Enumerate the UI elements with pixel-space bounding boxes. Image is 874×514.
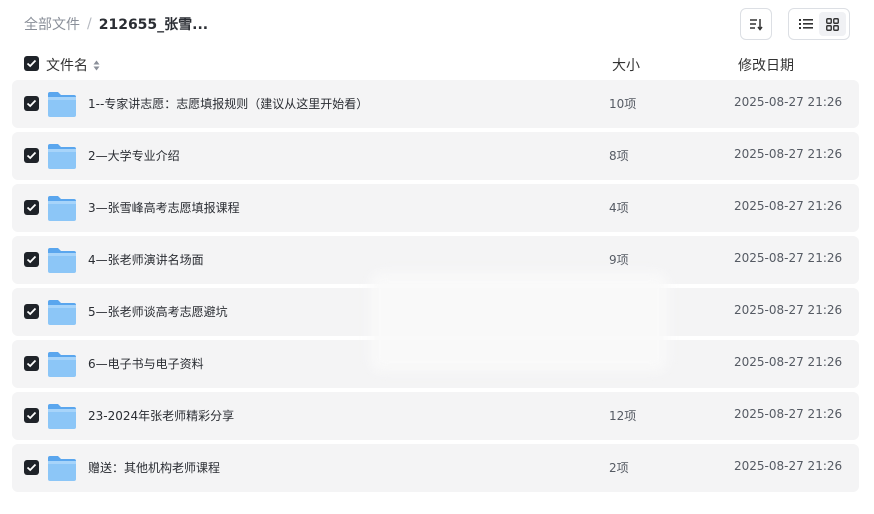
table-header: 文件名 大小 修改日期 bbox=[12, 52, 859, 76]
select-all-checkbox[interactable] bbox=[24, 56, 39, 71]
row-checkbox[interactable] bbox=[24, 252, 39, 267]
top-bar: 全部文件 / 212655_张雪... bbox=[0, 0, 874, 48]
check-icon bbox=[26, 203, 37, 212]
folder-icon bbox=[48, 248, 76, 273]
size-column-header[interactable]: 大小 bbox=[612, 55, 640, 75]
file-name[interactable]: 4—张老师演讲名场面 bbox=[88, 251, 204, 268]
file-size: 10项 bbox=[609, 97, 637, 111]
file-name[interactable]: 23-2024年张老师精彩分享 bbox=[88, 407, 234, 424]
table-row[interactable]: 2—大学专业介绍 8项 2025-08-27 21:26 bbox=[12, 132, 859, 180]
file-size: 2项 bbox=[609, 461, 629, 475]
date-column-header[interactable]: 修改日期 bbox=[738, 55, 794, 75]
check-icon bbox=[26, 307, 37, 316]
folder-icon bbox=[48, 144, 76, 169]
check-icon bbox=[26, 255, 37, 264]
folder-icon bbox=[48, 352, 76, 377]
sort-button[interactable] bbox=[740, 8, 772, 40]
check-icon bbox=[26, 99, 37, 108]
blurred-overlay bbox=[370, 272, 668, 372]
row-checkbox[interactable] bbox=[24, 408, 39, 423]
file-date: 2025-08-27 21:26 bbox=[734, 147, 843, 161]
check-icon bbox=[26, 59, 37, 68]
file-date: 2025-08-27 21:26 bbox=[734, 199, 843, 213]
file-date: 2025-08-27 21:26 bbox=[734, 355, 843, 369]
breadcrumb: 全部文件 / 212655_张雪... bbox=[24, 14, 208, 34]
grid-view-button[interactable] bbox=[819, 12, 846, 36]
folder-icon bbox=[48, 92, 76, 117]
file-date: 2025-08-27 21:26 bbox=[734, 303, 843, 317]
view-toggle bbox=[788, 8, 850, 40]
row-checkbox[interactable] bbox=[24, 460, 39, 475]
file-date: 2025-08-27 21:26 bbox=[734, 251, 843, 265]
sort-icon bbox=[750, 19, 763, 31]
check-icon bbox=[26, 151, 37, 160]
file-date: 2025-08-27 21:26 bbox=[734, 407, 843, 421]
list-view-icon bbox=[798, 19, 813, 29]
file-name[interactable]: 5—张老师谈高考志愿避坑 bbox=[88, 303, 228, 320]
file-size: 4项 bbox=[609, 201, 629, 215]
row-checkbox[interactable] bbox=[24, 356, 39, 371]
file-name[interactable]: 3—张雪峰高考志愿填报课程 bbox=[88, 199, 240, 216]
sort-arrows-icon bbox=[93, 60, 100, 71]
file-size: 9项 bbox=[609, 253, 629, 267]
list-view-button[interactable] bbox=[792, 12, 819, 36]
table-row[interactable]: 23-2024年张老师精彩分享 12项 2025-08-27 21:26 bbox=[12, 392, 859, 440]
row-checkbox[interactable] bbox=[24, 304, 39, 319]
file-size: 12项 bbox=[609, 409, 637, 423]
file-name[interactable]: 6—电子书与电子资料 bbox=[88, 355, 204, 372]
folder-icon bbox=[48, 300, 76, 325]
row-checkbox[interactable] bbox=[24, 96, 39, 111]
file-date: 2025-08-27 21:26 bbox=[734, 459, 843, 473]
row-checkbox[interactable] bbox=[24, 148, 39, 163]
name-column-label: 文件名 bbox=[46, 58, 88, 74]
folder-icon bbox=[48, 456, 76, 481]
breadcrumb-root[interactable]: 全部文件 bbox=[24, 14, 80, 34]
table-row[interactable]: 1--专家讲志愿：志愿填报规则（建议从这里开始看） 10项 2025-08-27… bbox=[12, 80, 859, 128]
file-name[interactable]: 2—大学专业介绍 bbox=[88, 147, 180, 164]
check-icon bbox=[26, 359, 37, 368]
file-name[interactable]: 1--专家讲志愿：志愿填报规则（建议从这里开始看） bbox=[88, 95, 368, 112]
file-date: 2025-08-27 21:26 bbox=[734, 95, 843, 109]
table-row[interactable]: 3—张雪峰高考志愿填报课程 4项 2025-08-27 21:26 bbox=[12, 184, 859, 232]
grid-view-icon bbox=[826, 17, 839, 31]
check-icon bbox=[26, 411, 37, 420]
row-checkbox[interactable] bbox=[24, 200, 39, 215]
breadcrumb-current: 212655_张雪... bbox=[98, 17, 209, 33]
file-size: 8项 bbox=[609, 149, 629, 163]
check-icon bbox=[26, 463, 37, 472]
name-column-header[interactable]: 文件名 bbox=[46, 55, 100, 75]
folder-icon bbox=[48, 196, 76, 221]
file-name[interactable]: 赠送：其他机构老师课程 bbox=[88, 459, 220, 476]
table-row[interactable]: 赠送：其他机构老师课程 2项 2025-08-27 21:26 bbox=[12, 444, 859, 492]
folder-icon bbox=[48, 404, 76, 429]
breadcrumb-separator: / bbox=[87, 16, 92, 32]
